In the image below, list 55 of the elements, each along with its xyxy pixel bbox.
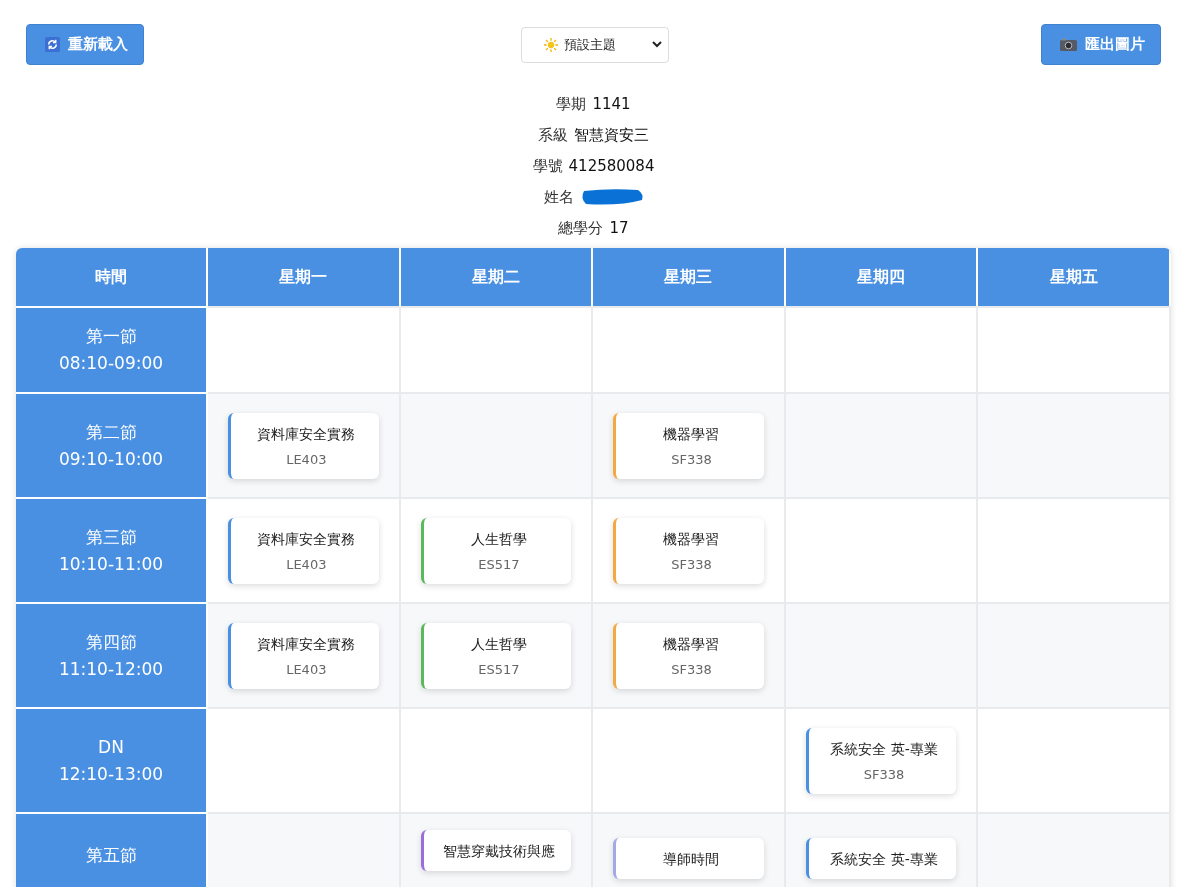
period-time: 08:10-09:00 [58, 352, 164, 375]
export-image-button[interactable]: 匯出圖片 [1041, 24, 1161, 65]
period-name: 第四節 [85, 630, 137, 654]
classroom-code: LE403 [285, 556, 328, 574]
info-value: 412580084 [568, 157, 655, 175]
period-name: 第二節 [85, 420, 137, 444]
column-header: 星期四 [785, 248, 979, 306]
course-title: 資料庫安全實務 [256, 425, 357, 444]
theme-select[interactable]: 預設主題 [520, 26, 669, 63]
course-title: 機器學習 [662, 530, 721, 549]
period-name: 第五節 [85, 844, 137, 867]
refresh-icon [45, 37, 60, 52]
period-name: 第三節 [85, 525, 137, 549]
info-value: 智慧資安三 [574, 125, 649, 145]
classroom-code: SF338 [862, 766, 906, 784]
period-name: 第一節 [85, 325, 137, 348]
chevron-down-icon [651, 41, 662, 48]
course-title: 導師時間 [662, 850, 721, 869]
info-label: 學期 [556, 94, 587, 114]
column-header: 星期二 [400, 248, 594, 306]
period-name: DN [98, 735, 124, 759]
course-title: 智慧穿戴技術與應 [441, 842, 556, 861]
redaction-mark [579, 188, 644, 206]
sun-icon [543, 37, 558, 52]
course-title: 機器學習 [662, 425, 721, 444]
period-time: 12:10-13:00 [58, 762, 164, 786]
course-title: 系統安全 英-專業 [829, 850, 939, 869]
info-label: 姓名 [543, 187, 574, 207]
period-time: 10:10-11:00 [58, 552, 164, 576]
course-title: 機器學習 [662, 635, 721, 654]
column-header: 時間 [16, 248, 208, 306]
period-time: 11:10-12:00 [58, 657, 164, 681]
info-label: 總學分 [558, 218, 604, 238]
course-title: 資料庫安全實務 [256, 530, 357, 549]
info-label: 學號 [532, 156, 563, 176]
classroom-code: ES517 [477, 661, 521, 679]
classroom-code: LE403 [285, 661, 328, 679]
reload-button[interactable]: 重新載入 [26, 24, 144, 65]
info-label: 系級 [538, 125, 568, 145]
camera-icon [1060, 38, 1077, 51]
column-header: 星期五 [978, 248, 1171, 306]
period-time: 09:10-10:00 [58, 447, 164, 471]
column-header: 星期三 [593, 248, 786, 306]
classroom-code: ES517 [477, 556, 521, 574]
classroom-code: LE403 [285, 451, 328, 469]
column-header: 星期一 [208, 248, 401, 306]
classroom-code: SF338 [670, 556, 713, 574]
info-value: 17 [609, 219, 629, 237]
course-title: 人生哲學 [469, 530, 528, 549]
course-title: 系統安全 英-專業 [829, 740, 939, 759]
classroom-code: SF338 [670, 451, 713, 469]
course-title: 人生哲學 [469, 635, 528, 654]
info-value: 1141 [592, 95, 631, 113]
classroom-code: SF338 [670, 661, 713, 679]
course-title: 資料庫安全實務 [256, 635, 357, 654]
